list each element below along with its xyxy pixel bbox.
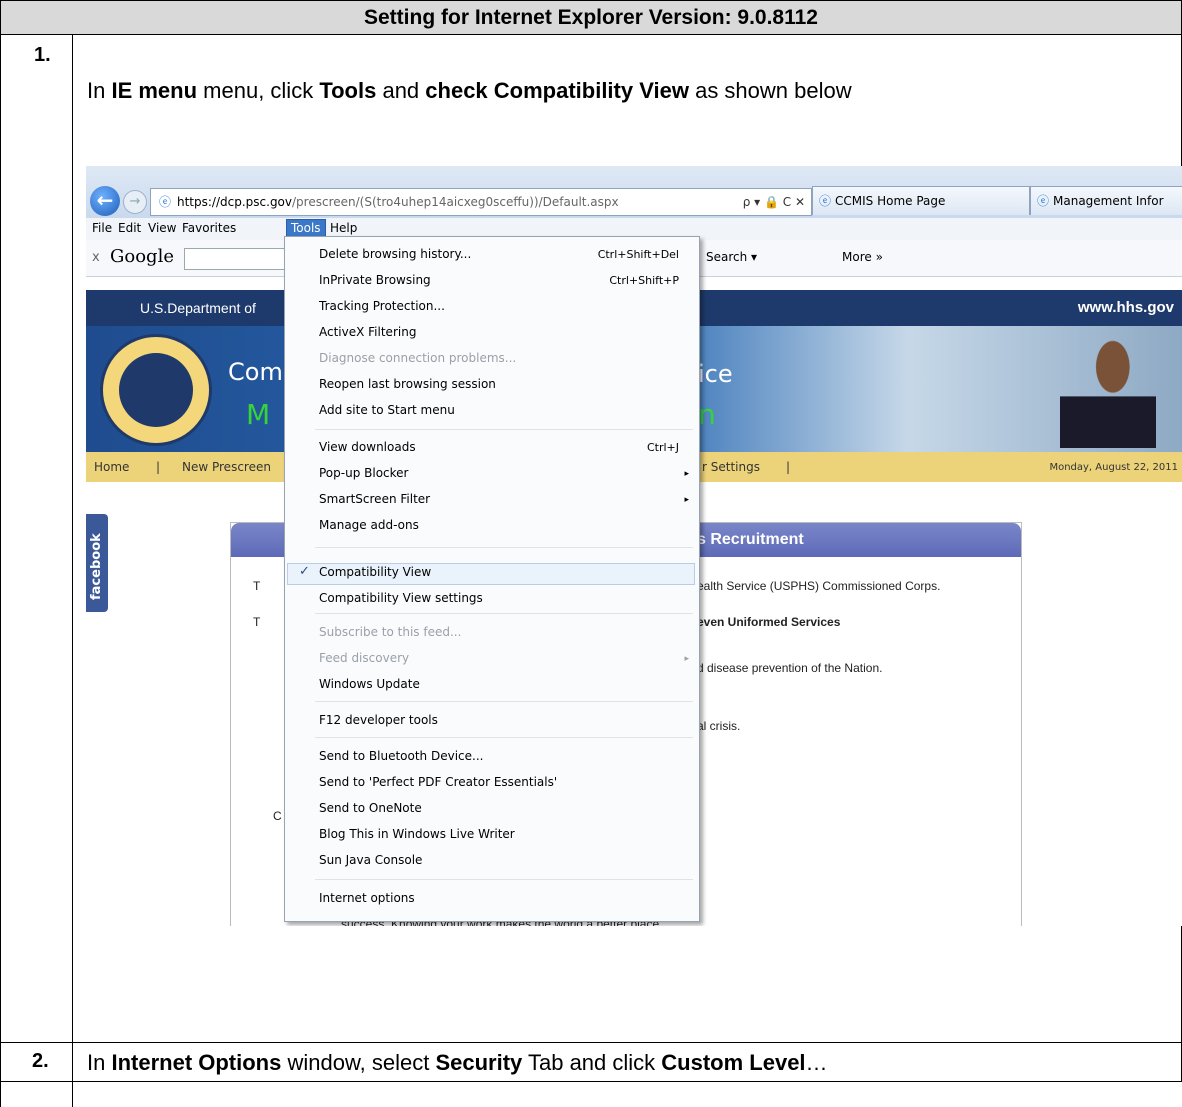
site-date: Monday, August 22, 2011 (1049, 462, 1178, 473)
close-toolbar-icon[interactable]: x (92, 250, 100, 265)
menu-separator (315, 701, 693, 702)
google-more-button[interactable]: More » (842, 250, 883, 264)
menu-item-feed-discovery: Feed discovery (319, 651, 410, 665)
department-text: U.S.Department of (140, 300, 256, 316)
panel-letter: C (273, 809, 282, 823)
menu-item-send-pdf[interactable]: Send to 'Perfect PDF Creator Essentials' (319, 775, 557, 789)
menu-shortcut: Ctrl+J (646, 441, 679, 454)
submenu-arrow-icon: ▸ (684, 495, 689, 505)
google-search-button[interactable]: Search ▾ (706, 250, 757, 264)
address-host: https://dcp.psc.gov (177, 195, 293, 209)
menu-item-windows-update[interactable]: Windows Update (319, 677, 420, 691)
banner-subtitle-fragment: M (246, 398, 271, 431)
menu-tools[interactable]: Tools (286, 219, 326, 237)
menu-separator (315, 737, 693, 738)
ie-screenshot: ← → ⓔ https://dcp.psc.gov/prescreen/(S(tr… (86, 166, 1182, 926)
officer-photo (1060, 332, 1156, 448)
banner-title-fragment-right: ice (698, 360, 733, 388)
back-button[interactable]: ← (90, 186, 120, 216)
menu-item-f12-tools[interactable]: F12 developer tools (319, 713, 438, 727)
menu-item-add-start[interactable]: Add site to Start menu (319, 403, 455, 417)
checkmark-icon: ✓ (299, 564, 310, 579)
banner-subtitle-fragment-right: n (698, 398, 716, 431)
browser-titlebar: ← → ⓔ https://dcp.psc.gov/prescreen/(S(tr… (86, 166, 1182, 218)
document-header: Setting for Internet Explorer Version: 9… (364, 6, 818, 29)
submenu-arrow-icon: ▸ (684, 469, 689, 479)
menu-help[interactable]: Help (330, 221, 357, 235)
menu-separator (315, 429, 693, 430)
usphs-seal-icon (100, 334, 212, 446)
menu-item-send-onenote[interactable]: Send to OneNote (319, 801, 422, 815)
menu-item-compatibility-settings[interactable]: Compatibility View settings (319, 591, 483, 605)
ie-tab-icon: ⓔ (1037, 194, 1050, 208)
address-bar[interactable]: ⓔ https://dcp.psc.gov/prescreen/(S(tro4uh… (150, 188, 812, 216)
menu-separator (315, 613, 693, 614)
panel-line: even Uniformed Services (697, 615, 841, 629)
table-border-row2 (0, 1042, 1182, 1043)
submenu-arrow-icon: ▸ (684, 654, 689, 664)
tools-menu: ✓ Delete browsing history... Ctrl+Shift+… (284, 236, 700, 922)
nav-home[interactable]: Home (94, 460, 129, 474)
panel-line: d disease prevention of the Nation. (697, 661, 883, 675)
ie-tab-icon: ⓔ (819, 194, 832, 208)
forward-button[interactable]: → (123, 190, 147, 214)
menu-item-delete-history[interactable]: Delete browsing history... (319, 247, 471, 261)
menu-file[interactable]: File (92, 221, 112, 235)
menu-favorites[interactable]: Favorites (182, 221, 236, 235)
banner-title-fragment: Comr (228, 358, 293, 386)
menu-shortcut: Ctrl+Shift+P (609, 274, 679, 287)
nav-settings[interactable]: r Settings (702, 460, 760, 474)
menu-item-subscribe-feed: Subscribe to this feed... (319, 625, 462, 639)
menu-item-smartscreen[interactable]: SmartScreen Filter (319, 492, 430, 506)
menu-edit[interactable]: Edit (118, 221, 141, 235)
panel-letter: T (253, 579, 261, 593)
step-2-number: 2. (32, 1050, 49, 1072)
menu-view[interactable]: View (148, 221, 176, 235)
menu-shortcut: Ctrl+Shift+Del (597, 248, 679, 261)
panel-letter: T (253, 615, 261, 629)
menu-item-inprivate[interactable]: InPrivate Browsing (319, 273, 431, 287)
address-path: /prescreen/(S(tro4uhep14aicxeg0sceffu))/… (292, 195, 619, 209)
address-controls[interactable]: ρ ▾ 🔒 C ✕ (743, 189, 805, 215)
menu-separator (315, 879, 693, 880)
table-border-header (0, 34, 1182, 35)
menu-item-view-downloads[interactable]: View downloads (319, 440, 416, 454)
menu-item-diagnose: Diagnose connection problems... (319, 351, 517, 365)
menu-item-blog-this[interactable]: Blog This in Windows Live Writer (319, 827, 515, 841)
menu-item-activex-filtering[interactable]: ActiveX Filtering (319, 325, 416, 339)
nav-separator: | (786, 460, 791, 474)
step-1-instruction: In IE menu menu, click Tools and check C… (87, 78, 852, 103)
hhs-link[interactable]: www.hhs.gov (1078, 299, 1174, 316)
panel-line: al crisis. (697, 719, 741, 733)
tab-ccmis[interactable]: ⓔ CCMIS Home Page (812, 186, 1030, 215)
tab-management[interactable]: ⓔ Management Infor (1030, 186, 1182, 215)
table-border-column (72, 34, 73, 1107)
menu-item-send-bluetooth[interactable]: Send to Bluetooth Device... (319, 749, 483, 763)
step-2-instruction: In Internet Options window, select Secur… (87, 1050, 828, 1075)
nav-separator: | (156, 460, 161, 474)
google-search-input[interactable] (184, 248, 286, 270)
menu-item-java-console[interactable]: Sun Java Console (319, 853, 422, 867)
menu-item-internet-options[interactable]: Internet options (319, 891, 415, 905)
facebook-tab[interactable]: facebook (86, 514, 108, 612)
menu-separator (315, 547, 693, 548)
menu-item-tracking-protection[interactable]: Tracking Protection... (319, 299, 445, 313)
menu-item-manage-addons[interactable]: Manage add-ons (319, 518, 419, 532)
step-1-number: 1. (34, 44, 51, 66)
google-logo: Google (110, 246, 174, 267)
menu-item-reopen-session[interactable]: Reopen last browsing session (319, 377, 496, 391)
menu-item-popup-blocker[interactable]: Pop-up Blocker (319, 466, 408, 480)
ie-icon: ⓔ (158, 195, 171, 209)
menu-item-compatibility-view[interactable]: Compatibility View (319, 565, 431, 579)
table-border-row2-bottom (0, 1081, 1182, 1082)
nav-new-prescreen[interactable]: New Prescreen (182, 460, 271, 474)
table-border-left (0, 0, 1, 1107)
panel-line: ealth Service (USPHS) Commissioned Corps… (697, 579, 941, 593)
